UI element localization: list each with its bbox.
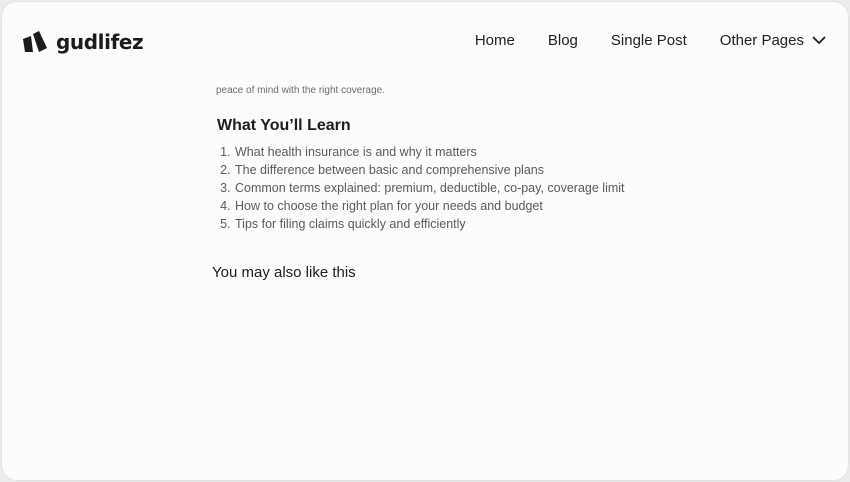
list-item: Common terms explained: premium, deducti… (234, 179, 636, 197)
section-title: What You’ll Learn (217, 117, 351, 134)
list-item: What health insurance is and why it matt… (234, 143, 636, 161)
brand-name: gudlifez (56, 30, 144, 54)
page-frame: gudlifez Home Blog Single Post Other Pag… (1, 1, 849, 481)
nav-other-pages-label: Other Pages (719, 32, 804, 49)
article-content: peace of mind with the right coverage. W… (212, 84, 636, 281)
list-item: Tips for filing claims quickly and effic… (234, 215, 636, 233)
logo-mark-icon (23, 31, 47, 52)
article-intro-text: peace of mind with the right coverage. (216, 85, 385, 96)
list-item: The difference between basic and compreh… (234, 161, 636, 179)
list-item: How to choose the right plan for your ne… (234, 197, 636, 215)
brand-logo[interactable]: gudlifez (22, 30, 144, 54)
main-nav: Home Blog Single Post Other Pages (475, 32, 826, 49)
chevron-down-icon (812, 36, 826, 44)
site-header: gudlifez Home Blog Single Post Other Pag… (2, 2, 848, 82)
nav-single-post[interactable]: Single Post (611, 32, 687, 49)
nav-other-pages-dropdown[interactable]: Other Pages (720, 32, 826, 49)
nav-home[interactable]: Home (475, 32, 515, 49)
related-posts-title: You may also like this (212, 264, 356, 281)
learn-list: What health insurance is and why it matt… (216, 143, 636, 233)
nav-blog[interactable]: Blog (548, 32, 578, 49)
